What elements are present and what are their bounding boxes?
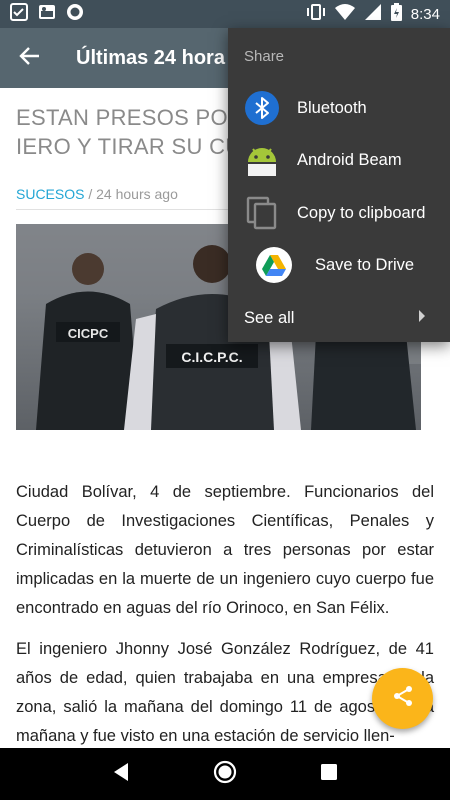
article-paragraph: El ingeniero Jhonny José González Rodríg… [16,640,434,745]
share-icon [391,684,415,713]
weather-icon [38,3,56,26]
status-bar: 8:34 [0,0,450,28]
article-paragraph: Ciudad Bolívar, 4 de septiembre. Funcion… [16,483,434,617]
battery-icon [390,2,402,26]
nav-home-button[interactable] [213,760,237,789]
wifi-icon [334,3,355,26]
timestamp: 24 hours ago [96,186,178,202]
article-meta: SUCESOS / 24 hours ago [16,186,178,202]
share-item-label: Copy to clipboard [297,203,426,222]
category-link[interactable]: SUCESOS [16,186,84,202]
chevron-right-icon [418,309,426,327]
nav-recents-button[interactable] [320,763,338,786]
vibrate-icon [306,3,326,26]
share-item-label: Android Beam [297,150,402,169]
divider [16,209,236,210]
share-menu: Share Bluetooth Android Beam Copy to cli… [228,28,450,342]
signal-icon [364,3,382,26]
share-item-label: Bluetooth [297,98,367,117]
share-see-all[interactable]: See all [228,292,450,344]
share-copy-clipboard[interactable]: Copy to clipboard [228,187,450,239]
photo-vest-text: C.I.C.P.C. [181,349,242,365]
screen: 8:34 Últimas 24 hora ESTAN PRESOS POR M … [0,0,450,800]
share-menu-title: Share [244,48,285,65]
share-save-drive[interactable]: Save to Drive [228,239,450,291]
share-android-beam[interactable]: Android Beam [228,134,450,186]
nav-back-button[interactable] [112,762,130,787]
bluetooth-icon [244,90,280,126]
share-item-label: See all [244,308,295,327]
navigation-bar [0,748,450,800]
share-bluetooth[interactable]: Bluetooth [228,82,450,134]
clock: 8:34 [410,5,440,23]
copy-icon [244,195,280,231]
photo-vest-text: CICPC [68,326,109,341]
drive-icon [256,247,292,283]
record-icon [66,3,84,26]
android-icon [244,142,280,178]
share-fab[interactable] [372,668,433,729]
meta-separator: / [84,186,97,202]
page-title: Últimas 24 hora [76,46,225,69]
share-item-label: Save to Drive [315,255,415,274]
article-body: Ciudad Bolívar, 4 de septiembre. Funcion… [16,478,434,748]
back-button[interactable] [0,28,60,88]
checklist-icon [10,2,28,26]
arrow-back-icon [19,45,41,72]
